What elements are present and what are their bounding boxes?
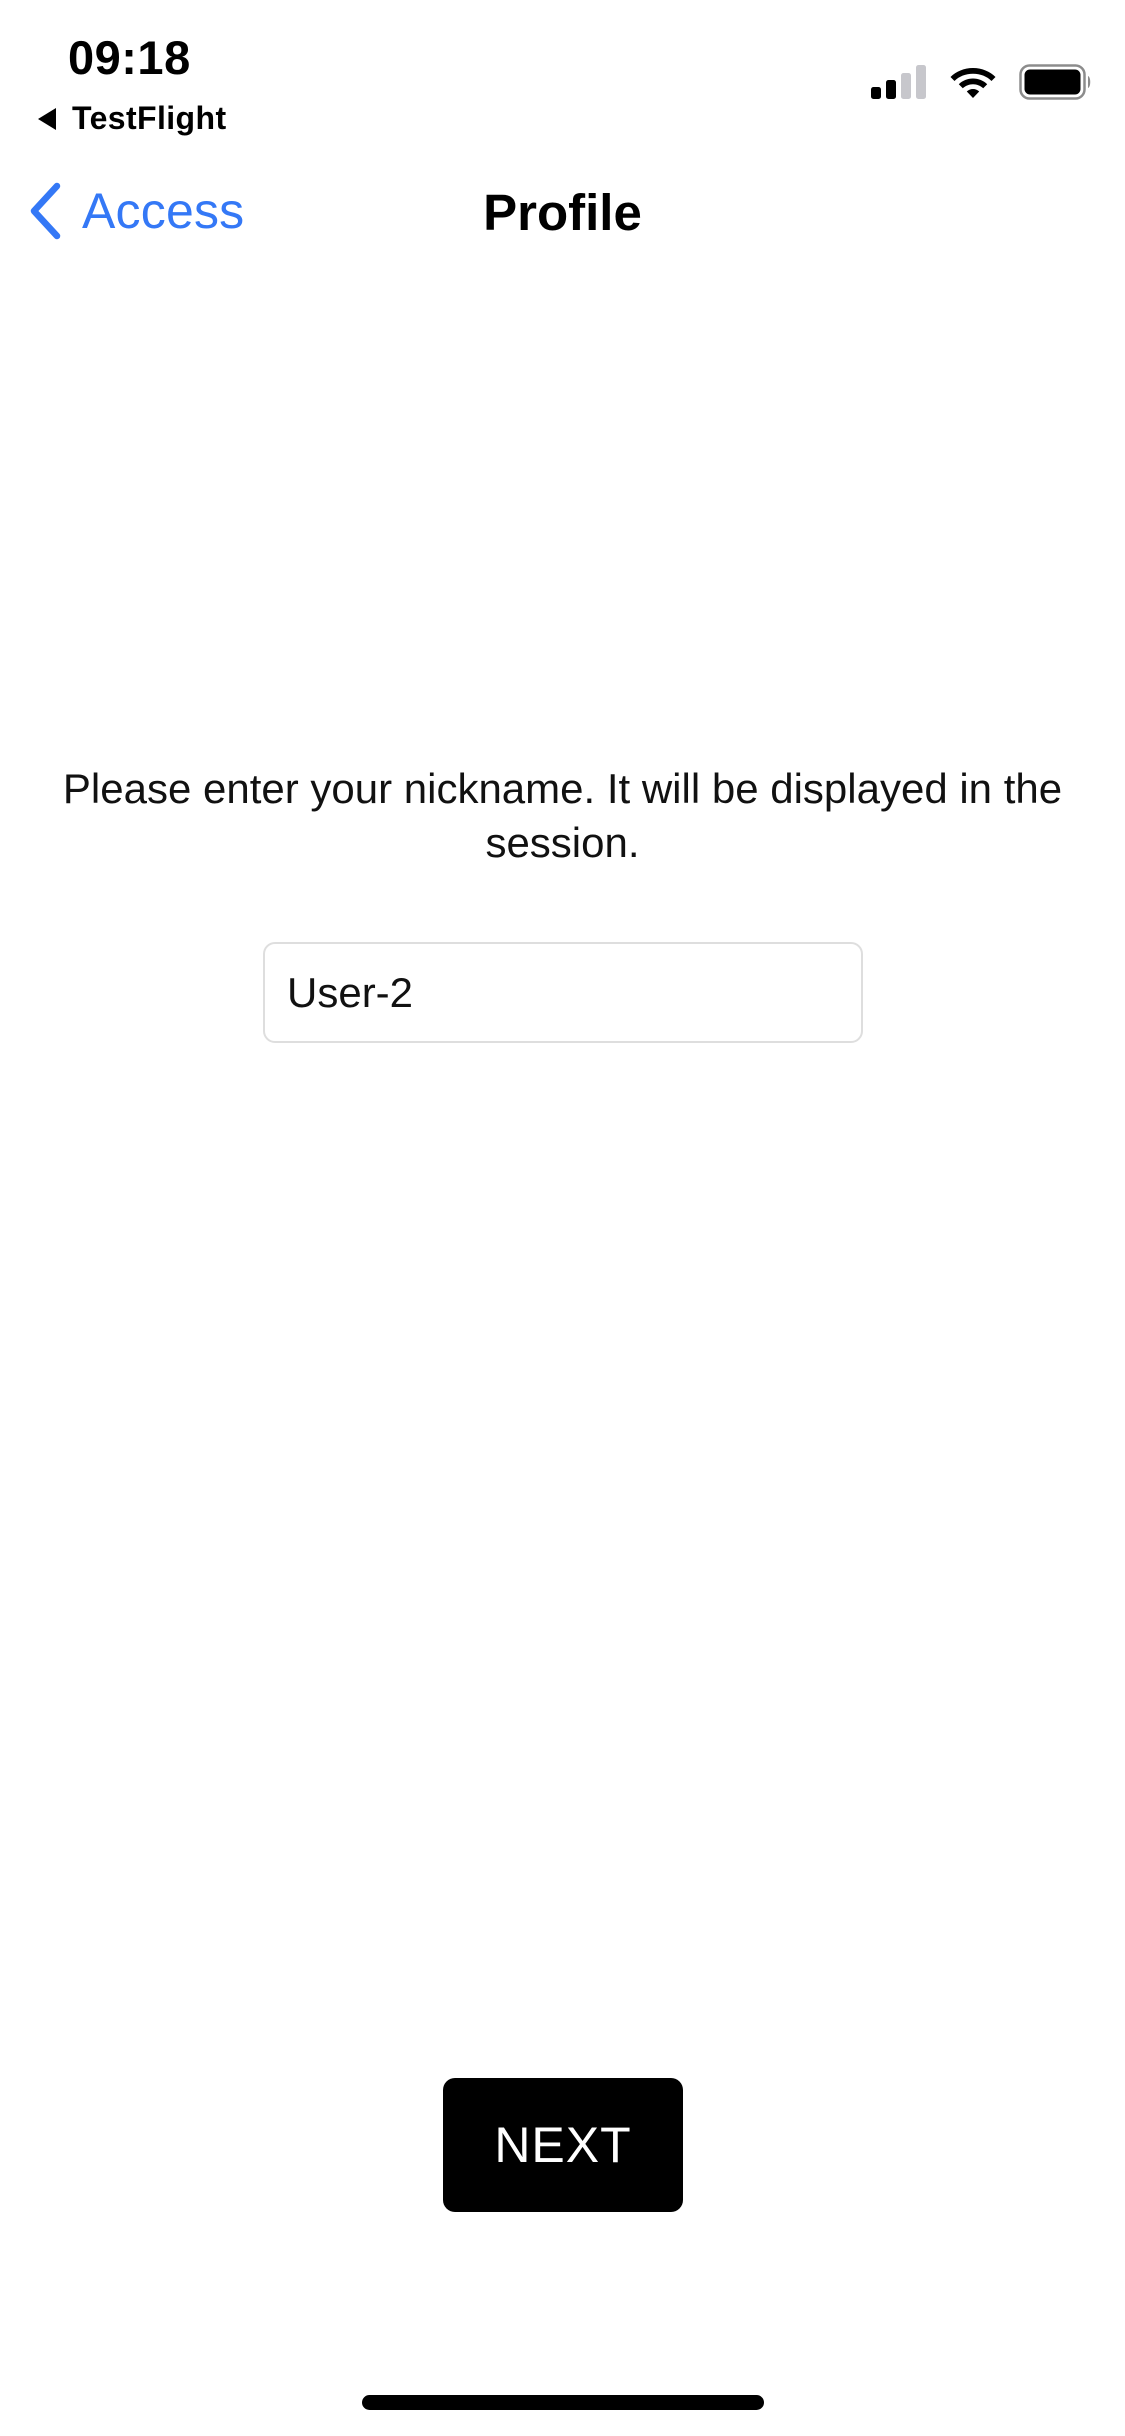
nickname-input[interactable] xyxy=(263,942,863,1043)
next-button[interactable]: NEXT xyxy=(443,2078,683,2212)
battery-icon xyxy=(1019,64,1091,100)
status-indicators xyxy=(871,64,1093,100)
page-title: Profile xyxy=(483,184,642,241)
home-indicator[interactable] xyxy=(362,2395,764,2410)
wifi-icon xyxy=(950,68,996,98)
status-time: 09:18 xyxy=(68,31,191,84)
cellular-signal-icon xyxy=(871,65,926,99)
nickname-prompt: Please enter your nickname. It will be d… xyxy=(62,765,1063,866)
status-back-to-app[interactable]: TestFlight xyxy=(38,100,227,137)
back-triangle-icon xyxy=(38,107,56,130)
status-back-app-label: TestFlight xyxy=(72,100,227,136)
